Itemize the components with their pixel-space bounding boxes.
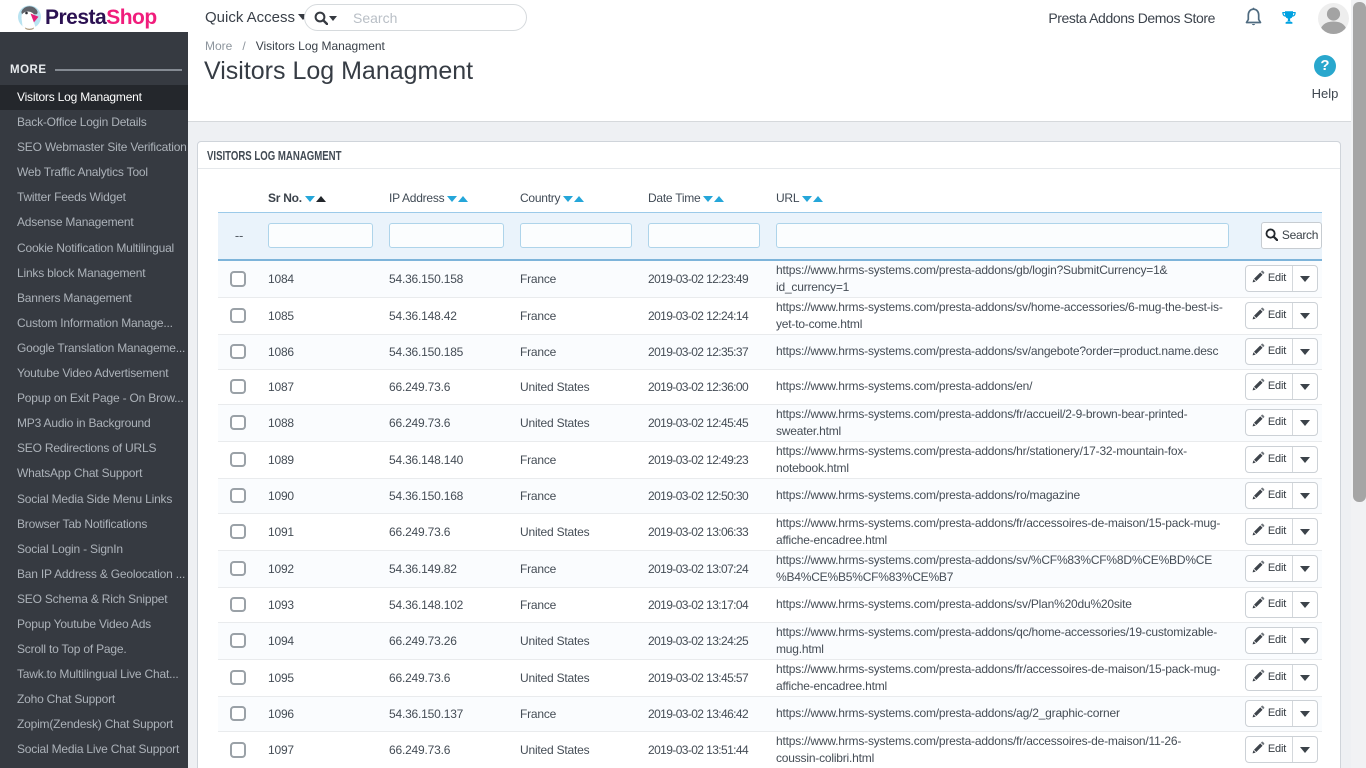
svg-text:PrestaShop: PrestaShop: [45, 6, 157, 29]
